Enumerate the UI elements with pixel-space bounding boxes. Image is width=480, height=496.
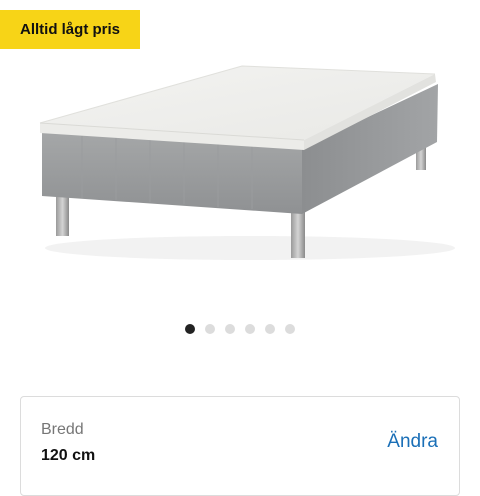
- product-image[interactable]: [0, 55, 480, 315]
- carousel-dot[interactable]: [225, 324, 235, 334]
- carousel-dot[interactable]: [265, 324, 275, 334]
- width-value: 120 cm: [41, 447, 96, 464]
- carousel-dot[interactable]: [245, 324, 255, 334]
- carousel-dot[interactable]: [185, 324, 195, 334]
- change-width-button[interactable]: Ändra: [387, 431, 438, 453]
- carousel-dot[interactable]: [205, 324, 215, 334]
- carousel-indicators: [0, 324, 480, 334]
- promo-badge: Alltid lågt pris: [0, 10, 140, 49]
- width-label: Bredd: [41, 421, 84, 438]
- carousel-dot[interactable]: [285, 324, 295, 334]
- width-option-card[interactable]: Bredd 120 cm Ändra: [20, 396, 460, 496]
- promo-badge-label: Alltid lågt pris: [19, 21, 120, 38]
